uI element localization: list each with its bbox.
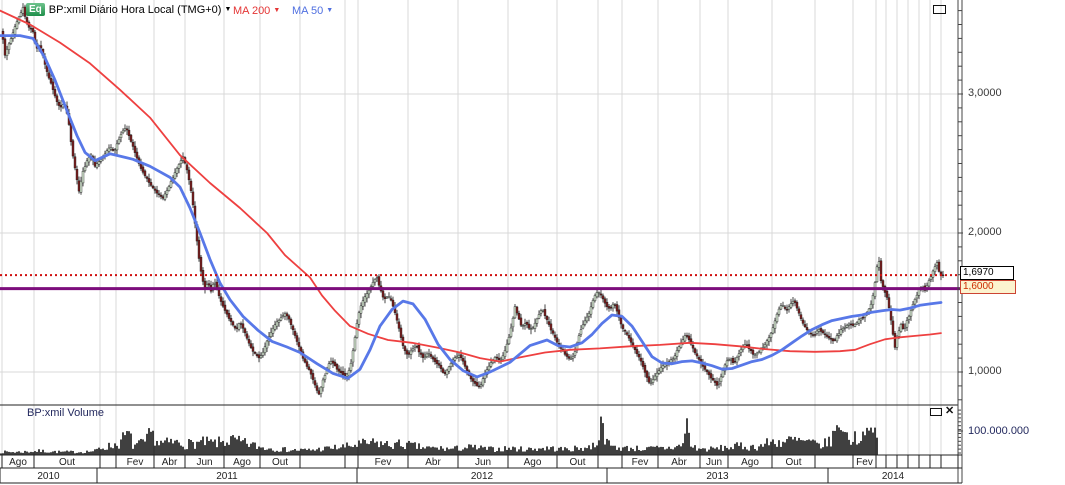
ma50-line (0, 34, 943, 380)
volume-panel-title: BP:xmil Volume (27, 407, 105, 419)
svg-text:Jun: Jun (706, 457, 722, 468)
price-axis-tick-label: 3,0000 (968, 87, 1002, 99)
hline-price-label[interactable]: 1,6000 (960, 280, 1016, 294)
svg-text:Ago: Ago (9, 457, 27, 468)
svg-text:Jun: Jun (196, 457, 212, 468)
svg-text:Out: Out (785, 457, 801, 468)
last-price-label: 1,6970 (960, 266, 1014, 280)
chart-canvas: Ago Out Fev Abr Jun Ago Out Fev Abr Jun Ago Out Fev A… (0, 0, 963, 484)
level-lines-layer (0, 274, 961, 291)
volume-bars-layer (0, 416, 878, 455)
candles-layer (1, 3, 945, 398)
price-axis-tick-label: 2,0000 (968, 226, 1002, 238)
axis-frame-layer (0, 0, 963, 483)
dropdown-arrow-icon: ▼ (224, 5, 232, 13)
dropdown-arrow-icon: ▼ (326, 7, 334, 14)
instrument-title: BP:xmil Diário Hora Local (TMG+0) (48, 3, 222, 16)
svg-text:Ago: Ago (741, 457, 759, 468)
svg-text:Out: Out (59, 457, 75, 468)
svg-text:Abr: Abr (162, 457, 178, 468)
svg-text:2014: 2014 (882, 471, 905, 482)
restore-window-icon[interactable] (933, 5, 946, 14)
svg-text:Out: Out (272, 457, 288, 468)
svg-text:Ago: Ago (233, 457, 251, 468)
chart-header: Eq BP:xmil Diário Hora Local (TMG+0) ▼ (26, 3, 231, 16)
ma-50-label: MA 50 (292, 5, 324, 17)
volume-close-icon[interactable]: ✕ (945, 406, 954, 417)
ma-200-dropdown[interactable]: MA 200 ▼ (233, 5, 280, 17)
chart-window: Ago Out Fev Abr Jun Ago Out Fev Abr Jun Ago Out Fev A… (0, 0, 1065, 485)
x-axis-layer: Ago Out Fev Abr Jun Ago Out Fev Abr Jun Ago Out Fev A… (0, 454, 962, 484)
price-axis-tick-label: 1,0000 (968, 365, 1002, 377)
svg-text:Fev: Fev (127, 457, 144, 468)
ma-50-dropdown[interactable]: MA 50 ▼ (292, 5, 333, 17)
svg-text:2011: 2011 (216, 471, 238, 482)
instrument-type-badge: Eq (26, 3, 45, 16)
volume-restore-icon[interactable] (930, 408, 942, 416)
svg-text:Fev: Fev (856, 457, 873, 468)
instrument-title-dropdown[interactable]: BP:xmil Diário Hora Local (TMG+0) ▼ (49, 4, 232, 16)
dropdown-arrow-icon: ▼ (273, 7, 281, 14)
svg-text:Abr: Abr (425, 457, 441, 468)
svg-text:Abr: Abr (671, 457, 687, 468)
svg-text:Fev: Fev (632, 457, 649, 468)
ma-200-label: MA 200 (233, 5, 271, 17)
svg-text:2013: 2013 (706, 471, 729, 482)
volume-axis-label: 100.000.000 (968, 425, 1030, 437)
svg-text:Fev: Fev (375, 457, 392, 468)
svg-text:Ago: Ago (524, 457, 542, 468)
svg-text:2010: 2010 (37, 471, 60, 482)
svg-text:2012: 2012 (471, 471, 494, 482)
svg-text:Out: Out (569, 457, 585, 468)
svg-text:Jun: Jun (475, 457, 491, 468)
